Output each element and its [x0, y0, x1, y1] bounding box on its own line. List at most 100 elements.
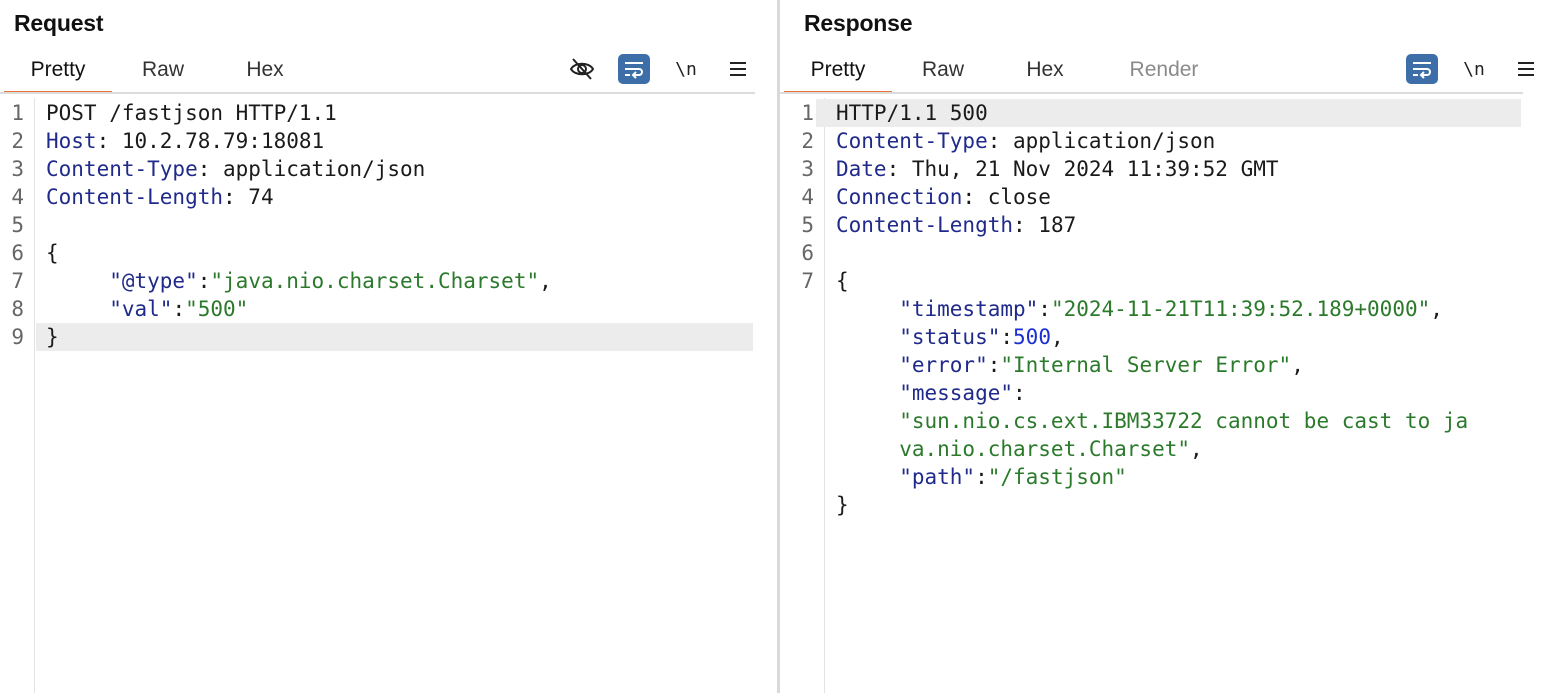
syntax-plain: ,: [1190, 437, 1203, 461]
code-line: 1 HTTP/1.1 500: [780, 99, 1545, 127]
response-pane: Response Pretty Raw Hex Render \n 1 HTTP/1.1…: [780, 0, 1545, 693]
code-text: Connection: close: [836, 183, 1051, 211]
code-text: Content-Length: 74: [46, 183, 274, 211]
code-text: Content-Type: application/json: [46, 155, 425, 183]
tab-raw[interactable]: Raw: [892, 52, 994, 94]
newline-label: \n: [675, 58, 697, 80]
syntax-string: va.nio.charset.Charset": [899, 437, 1191, 461]
syntax-plain: : close: [962, 185, 1051, 209]
newline-label: \n: [1463, 58, 1485, 80]
syntax-key: "error": [899, 353, 988, 377]
response-title: Response: [804, 10, 913, 36]
line-number: 3: [801, 157, 814, 181]
line-number: 8: [11, 297, 24, 321]
code-text: "error":"Internal Server Error",: [836, 351, 1304, 379]
syntax-plain: :: [1013, 381, 1026, 405]
tab-hex[interactable]: Hex: [994, 52, 1096, 94]
code-line: 4 Connection: close: [780, 183, 1545, 211]
hamburger-menu-icon[interactable]: [1510, 54, 1542, 84]
code-line: "timestamp":"2024-11-21T11:39:52.189+000…: [780, 295, 1545, 323]
line-number: 5: [801, 213, 814, 237]
tab-raw[interactable]: Raw: [112, 52, 214, 94]
syntax-number: 500: [1013, 325, 1051, 349]
syntax-plain: [836, 297, 899, 321]
syntax-key: Content-Type: [46, 157, 198, 181]
code-line: "status":500,: [780, 323, 1545, 351]
code-line: 5 Content-Length: 187: [780, 211, 1545, 239]
syntax-plain: POST /fastjson HTTP/1.1: [46, 101, 337, 125]
code-line: 5: [0, 211, 777, 239]
syntax-key: "val": [109, 297, 173, 321]
syntax-plain: ,: [539, 269, 552, 293]
code-text: }: [46, 323, 59, 351]
syntax-key: Host: [46, 129, 97, 153]
eye-slash-icon[interactable]: [566, 54, 598, 84]
code-line: "message":: [780, 379, 1545, 407]
tab-underline: [0, 92, 755, 94]
syntax-plain: [836, 409, 899, 433]
line-number: 4: [801, 185, 814, 209]
syntax-key: Connection: [836, 185, 963, 209]
syntax-plain: [836, 437, 899, 461]
line-number: 9: [11, 325, 24, 349]
code-line: 7{: [780, 267, 1545, 295]
tab-underline: [780, 92, 1523, 94]
code-text: va.nio.charset.Charset",: [836, 435, 1203, 463]
syntax-plain: :: [1000, 325, 1014, 349]
tab-render[interactable]: Render: [1096, 52, 1232, 94]
line-number: 1: [801, 101, 814, 125]
request-editor[interactable]: 1 POST /fastjson HTTP/1.1 2 Host: 10.2.78.7…: [0, 98, 777, 693]
code-text: Content-Length: 187: [836, 211, 1076, 239]
syntax-string: "sun.nio.cs.ext.IBM33722 cannot be cast …: [899, 409, 1469, 433]
syntax-plain: }: [46, 325, 59, 349]
newline-toggle-button[interactable]: \n: [670, 54, 702, 84]
syntax-key: Content-Type: [836, 129, 988, 153]
syntax-plain: :: [975, 465, 988, 489]
code-text: Date: Thu, 21 Nov 2024 11:39:52 GMT: [836, 155, 1279, 183]
code-line: va.nio.charset.Charset",: [780, 435, 1545, 463]
response-toolbar: \n: [1406, 52, 1545, 86]
syntax-string: "Internal Server Error": [1000, 353, 1292, 377]
syntax-string: "/fastjson": [987, 465, 1127, 489]
response-tabs: Pretty Raw Hex Render: [784, 52, 1232, 94]
syntax-plain: : 10.2.78.79:18081: [96, 129, 325, 153]
code-text: {: [836, 267, 849, 295]
tab-hex[interactable]: Hex: [214, 52, 316, 94]
code-line: "sun.nio.cs.ext.IBM33722 cannot be cast …: [780, 407, 1545, 435]
syntax-plain: [836, 381, 899, 405]
request-title: Request: [14, 10, 104, 36]
syntax-plain: {: [46, 241, 59, 265]
request-toolbar: \n: [566, 52, 774, 86]
request-tabs: Pretty Raw Hex: [4, 52, 316, 94]
syntax-key: "status": [899, 325, 1001, 349]
line-number: 1: [11, 101, 24, 125]
line-number: 4: [11, 185, 24, 209]
syntax-key: Date: [836, 157, 887, 181]
hamburger-menu-icon[interactable]: [722, 54, 754, 84]
response-editor[interactable]: 1 HTTP/1.1 500 2 Content-Type: application/…: [780, 98, 1545, 693]
syntax-plain: [836, 325, 899, 349]
code-line: 9}: [0, 323, 777, 351]
tab-pretty[interactable]: Pretty: [784, 52, 892, 94]
code-text: "@type":"java.nio.charset.Charset",: [46, 267, 552, 295]
line-number: 3: [11, 157, 24, 181]
code-line: 2 Content-Type: application/json: [780, 127, 1545, 155]
code-text: "sun.nio.cs.ext.IBM33722 cannot be cast …: [836, 407, 1468, 435]
code-line: 7 "@type":"java.nio.charset.Charset",: [0, 267, 777, 295]
code-line: 1 POST /fastjson HTTP/1.1: [0, 99, 777, 127]
syntax-plain: [46, 297, 109, 321]
wrap-lines-icon[interactable]: [618, 54, 650, 84]
syntax-key: "@type": [109, 269, 198, 293]
tab-pretty[interactable]: Pretty: [4, 52, 112, 94]
line-number: 2: [11, 129, 24, 153]
wrap-lines-icon[interactable]: [1406, 54, 1438, 84]
syntax-plain: : Thu, 21 Nov 2024 11:39:52 GMT: [886, 157, 1279, 181]
code-line: "error":"Internal Server Error",: [780, 351, 1545, 379]
code-text: Content-Type: application/json: [836, 127, 1215, 155]
code-line: 3 Content-Type: application/json: [0, 155, 777, 183]
code-text: "val":"500": [46, 295, 248, 323]
syntax-plain: :: [1038, 297, 1051, 321]
newline-toggle-button[interactable]: \n: [1458, 54, 1490, 84]
code-line: 4 Content-Length: 74: [0, 183, 777, 211]
line-number: 6: [11, 241, 24, 265]
